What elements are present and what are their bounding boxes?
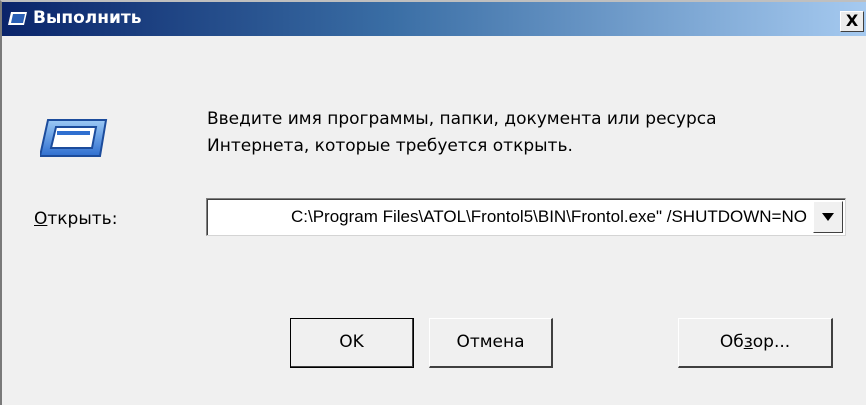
dropdown-button[interactable] [813, 201, 843, 233]
chevron-down-icon [822, 213, 834, 221]
run-dialog-icon [8, 11, 28, 26]
close-button[interactable]: X [840, 11, 864, 32]
run-dialog: Выполнить X Введите имя программы, папки… [0, 0, 866, 405]
ok-button[interactable]: OK [290, 318, 414, 368]
browse-button[interactable]: Обзор... [678, 318, 833, 368]
cancel-button[interactable]: Отмена [429, 318, 553, 368]
title-bar[interactable]: Выполнить X [2, 2, 866, 36]
prompt-text: Введите имя программы, папки, документа … [207, 106, 857, 160]
prompt-line-2: Интернета, которые требуется открыть. [207, 136, 573, 156]
window-title: Выполнить [33, 8, 142, 28]
open-label: Открыть: [34, 208, 117, 230]
browse-label-post: ор... [752, 332, 791, 352]
browse-label-pre: Об [719, 332, 744, 352]
browse-label-accel: з [743, 332, 753, 352]
prompt-line-1: Введите имя программы, папки, документа … [207, 109, 717, 129]
open-label-accel: О [34, 209, 48, 229]
open-combobox[interactable]: C:\Program Files\ATOL\Frontol5\BIN\Front… [206, 198, 846, 236]
open-input[interactable]: C:\Program Files\ATOL\Frontol5\BIN\Front… [291, 199, 807, 235]
run-program-icon [38, 118, 108, 158]
open-label-rest: ткрыть: [47, 209, 118, 229]
